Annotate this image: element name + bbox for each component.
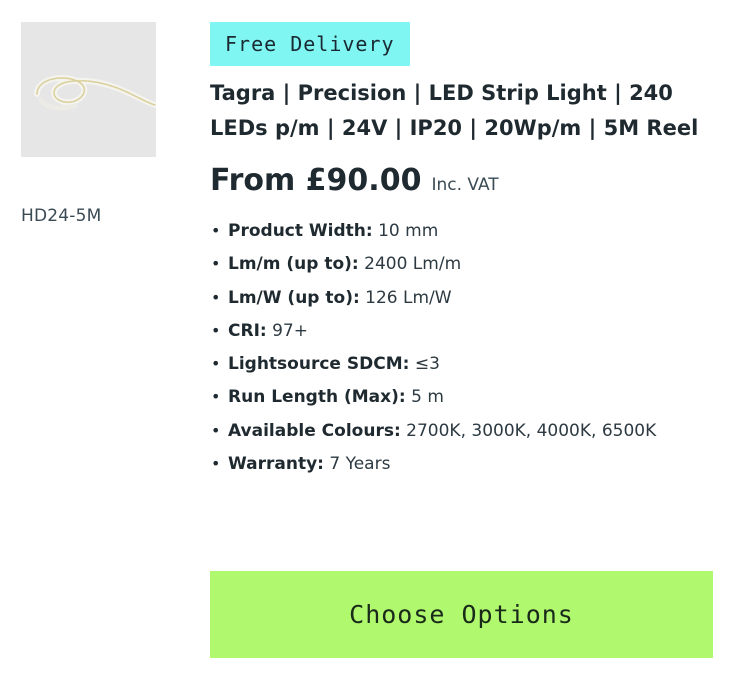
spec-item-warranty: Warranty: 7 Years — [210, 451, 720, 477]
product-sku: HD24-5M — [21, 206, 102, 226]
spec-label: Run Length (Max): — [228, 387, 406, 408]
spec-value: 97+ — [272, 320, 308, 341]
price-row: From £90.00 Inc. VAT — [210, 163, 720, 207]
choose-options-button[interactable]: Choose Options — [210, 571, 713, 658]
free-delivery-badge: Free Delivery — [210, 22, 410, 66]
spec-item-cri: CRI: 97+ — [210, 318, 720, 344]
spec-label: Lm/W (up to): — [228, 287, 360, 308]
spec-item-colours: Available Colours: 2700K, 3000K, 4000K, … — [210, 418, 670, 444]
spec-label: Product Width: — [228, 221, 373, 241]
spec-value: 5 m — [411, 387, 444, 408]
spec-value: 126 Lm/W — [365, 287, 452, 308]
spec-label: Lightsource SDCM: — [228, 354, 410, 375]
spec-item-sdcm: Lightsource SDCM: ≤3 — [210, 351, 720, 377]
spec-value: 7 Years — [329, 454, 391, 475]
spec-item-lm-per-w: Lm/W (up to): 126 Lm/W — [210, 285, 720, 311]
product-image[interactable] — [21, 22, 156, 157]
spec-item-product-width: Product Width: 10 mm — [210, 218, 720, 244]
spec-item-lm-per-m: Lm/m (up to): 2400 Lm/m — [210, 251, 720, 277]
spec-label: Warranty: — [228, 454, 324, 475]
spec-value: 2700K, 3000K, 4000K, 6500K — [406, 420, 657, 441]
spec-label: CRI: — [228, 320, 267, 341]
product-title[interactable]: Tagra | Precision | LED Strip Light | 24… — [210, 76, 710, 146]
spec-label: Lm/m (up to): — [228, 254, 359, 275]
spec-value: ≤3 — [414, 354, 440, 375]
spec-value: 2400 Lm/m — [364, 254, 462, 275]
spec-label: Available Colours: — [228, 420, 401, 441]
spec-list: Product Width: 10 mm Lm/m (up to): 2400 … — [210, 218, 720, 477]
led-strip-reel-image — [21, 22, 156, 157]
product-details: Free Delivery Tagra | Precision | LED St… — [210, 22, 720, 484]
spec-value: 10 mm — [378, 221, 439, 241]
product-price: From £90.00 — [210, 163, 422, 198]
spec-item-run-length: Run Length (Max): 5 m — [210, 384, 720, 410]
vat-note: Inc. VAT — [431, 175, 499, 195]
